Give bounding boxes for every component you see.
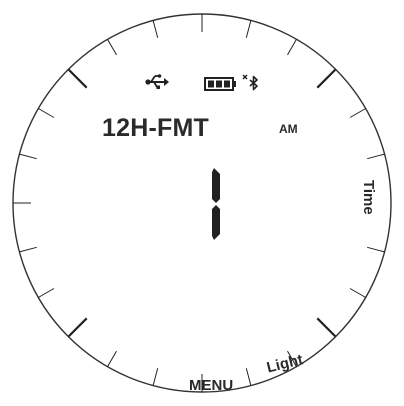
dial-tick <box>67 68 88 89</box>
dial-ticks <box>13 14 385 392</box>
dial-tick <box>38 288 55 298</box>
ampm-indicator: AM <box>279 122 298 136</box>
digit-segment-lower <box>212 205 220 240</box>
dial-tick <box>287 39 297 56</box>
dial-tick <box>38 108 55 118</box>
dial-tick <box>245 368 252 386</box>
battery-icon <box>204 77 236 91</box>
dial-tick <box>245 20 252 38</box>
dial-tick <box>367 153 385 160</box>
dial-tick <box>316 68 337 89</box>
dial-tick <box>107 39 117 56</box>
dial-tick <box>152 368 159 386</box>
dial-tick <box>19 153 37 160</box>
seven-segment-digit <box>212 168 220 240</box>
dial-tick <box>152 20 159 38</box>
dial-tick <box>349 288 366 298</box>
digit-segment-upper <box>212 168 220 203</box>
dial-tick <box>19 246 37 253</box>
bluetooth-icon <box>242 74 258 91</box>
dial-tick <box>367 246 385 253</box>
dial-tick <box>107 350 117 367</box>
dial-tick <box>349 108 366 118</box>
menu-button[interactable]: MENU <box>189 377 233 394</box>
usb-icon <box>145 74 169 89</box>
time-button[interactable]: Time <box>360 180 377 215</box>
time-format-label: 12H-FMT <box>102 114 209 142</box>
dial-tick <box>316 317 337 338</box>
dial-tick <box>67 317 88 338</box>
